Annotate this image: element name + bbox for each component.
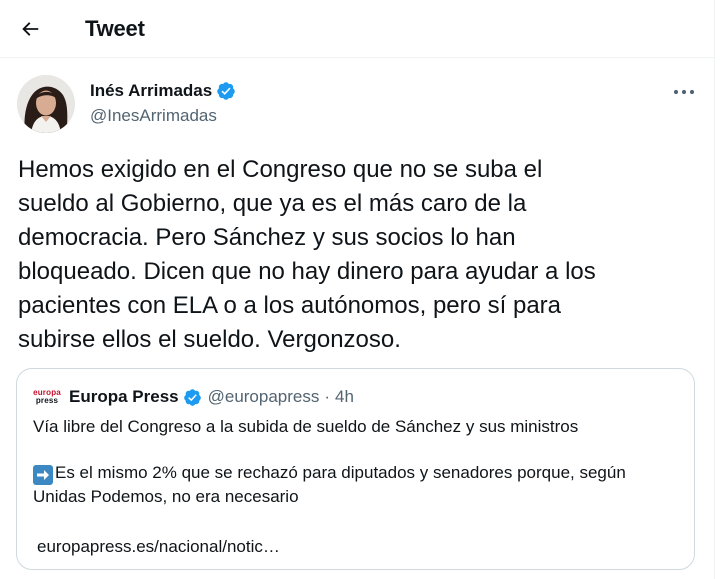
quoted-author-name[interactable]: Europa Press (69, 387, 179, 407)
verified-badge-icon (216, 81, 236, 101)
quoted-text-line1: Vía libre del Congreso a la subida de su… (33, 417, 579, 436)
dot-separator: · (324, 387, 331, 406)
quoted-text-line2: Es el mismo 2% que se rechazó para diput… (33, 461, 673, 509)
europa-press-logo[interactable]: europa press (33, 384, 61, 410)
tweet-page: Tweet Inés Arrimadas @InesArrimadas Hemo… (0, 0, 715, 579)
author-handle[interactable]: @InesArrimadas (90, 106, 217, 126)
header: Tweet (0, 0, 714, 58)
verified-badge-icon (183, 388, 202, 407)
back-button[interactable] (12, 11, 48, 47)
back-arrow-icon (22, 22, 39, 36)
quoted-tweet-header: europa press Europa Press @europapress ·… (33, 384, 354, 410)
tweet-text: Hemos exigido en el Congreso que no se s… (18, 156, 596, 353)
logo-line2: press (35, 396, 59, 405)
author-name-row[interactable]: Inés Arrimadas (90, 81, 236, 101)
quoted-timestamp[interactable]: 4h (335, 387, 354, 407)
page-title: Tweet (85, 16, 145, 41)
more-button[interactable] (666, 78, 702, 106)
right-arrow-emoji-icon (33, 465, 53, 485)
more-dots-icon (673, 89, 695, 95)
quoted-tweet[interactable]: europa press Europa Press @europapress ·… (16, 368, 695, 570)
avatar[interactable] (17, 75, 75, 133)
author-name[interactable]: Inés Arrimadas (90, 81, 212, 101)
quoted-text-line2-content: Es el mismo 2% que se rechazó para diput… (33, 463, 626, 506)
quoted-author-handle[interactable]: @europapress (208, 387, 320, 407)
quoted-link[interactable]: europapress.es/nacional/notic… (37, 537, 280, 557)
avatar-image (17, 75, 75, 133)
